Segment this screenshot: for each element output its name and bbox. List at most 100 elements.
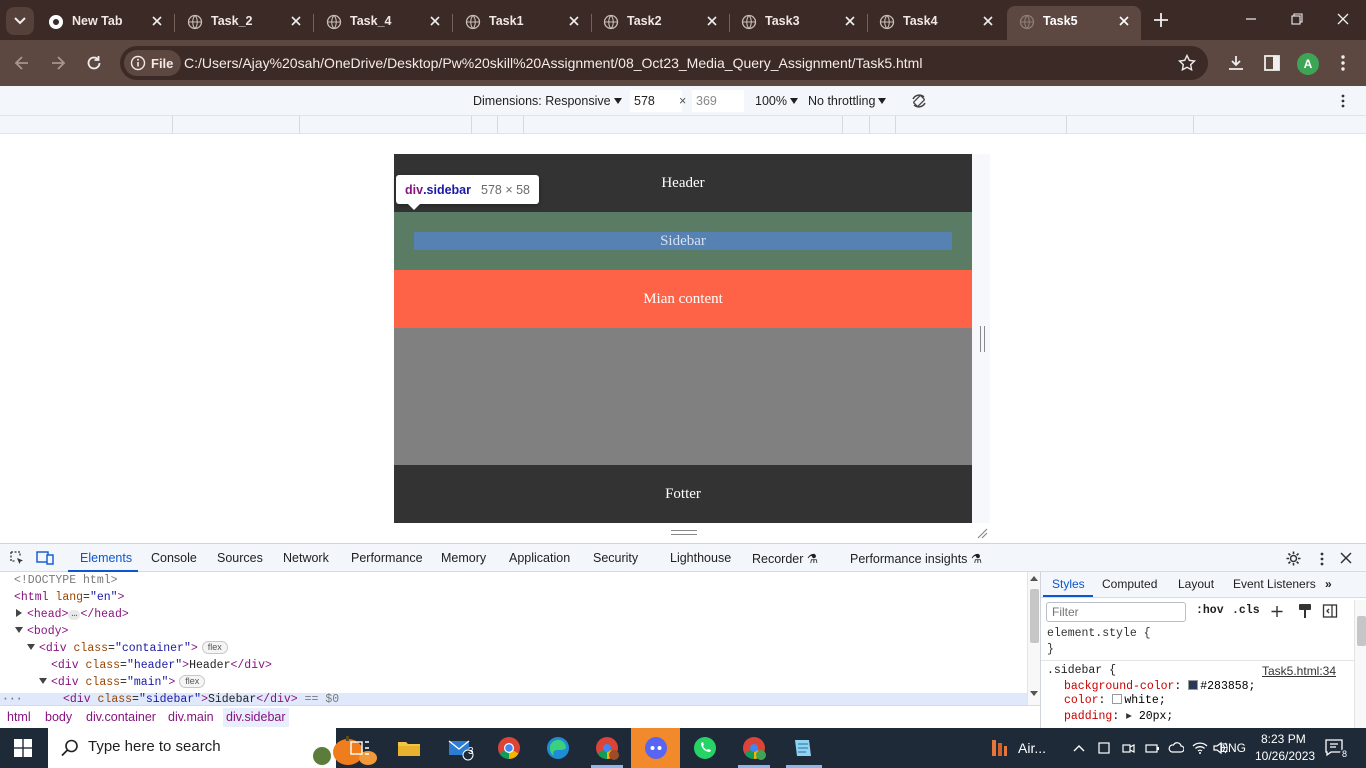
chrome-icon[interactable]	[495, 734, 523, 762]
weather-text[interactable]: Air...	[1018, 740, 1046, 756]
back-arrow-icon[interactable]	[12, 53, 32, 73]
language-indicator[interactable]: ENG	[1220, 741, 1246, 755]
url-text[interactable]: C:/Users/Ajay%20sah/OneDrive/Desktop/Pw%…	[184, 55, 922, 71]
window-close-icon[interactable]	[1335, 11, 1351, 27]
site-info-chip[interactable]: File	[124, 50, 182, 76]
element-style-rule[interactable]: element.style {	[1047, 627, 1151, 640]
more-tabs-chevron-icon[interactable]: »	[1325, 577, 1332, 591]
tab-task5[interactable]: Task5	[1007, 6, 1141, 40]
edge-icon[interactable]	[544, 734, 572, 762]
dom-scrollbar[interactable]	[1027, 572, 1040, 705]
styles-tab-layout[interactable]: Layout	[1178, 577, 1214, 591]
profile-avatar[interactable]: A	[1297, 53, 1319, 75]
close-icon[interactable]	[981, 14, 995, 28]
devtools-menu-icon[interactable]	[1315, 551, 1329, 567]
more-options-icon[interactable]	[1336, 93, 1350, 109]
devtools-tab-security[interactable]: Security	[593, 551, 638, 565]
address-bar[interactable]: File C:/Users/Ajay%20sah/OneDrive/Deskto…	[120, 46, 1208, 80]
scroll-thumb[interactable]	[1030, 589, 1039, 643]
prop-color[interactable]: color: white;	[1064, 694, 1166, 707]
collapse-triangle-icon[interactable]	[39, 678, 47, 684]
wifi-icon[interactable]	[1192, 740, 1208, 756]
file-explorer-icon[interactable]	[395, 734, 423, 762]
styles-scrollbar[interactable]	[1354, 600, 1366, 728]
media-query-ruler[interactable]	[0, 116, 1366, 134]
onedrive-cloud-icon[interactable]	[1168, 740, 1184, 756]
devtools-tab-memory[interactable]: Memory	[441, 551, 486, 565]
color-swatch[interactable]	[1188, 680, 1199, 690]
download-icon[interactable]	[1226, 53, 1246, 73]
devtools-tab-application[interactable]: Application	[509, 551, 570, 565]
hov-toggle[interactable]: :hov	[1196, 604, 1224, 617]
taskbar-search-box[interactable]: Type here to search	[48, 728, 377, 768]
styles-filter-input[interactable]	[1046, 602, 1186, 622]
breadcrumb-body[interactable]: body	[45, 710, 72, 724]
prop-padding[interactable]: padding: ▸ 20px;	[1064, 708, 1173, 723]
dimensions-dropdown[interactable]: Dimensions: Responsive	[473, 94, 622, 108]
collapse-triangle-icon[interactable]	[15, 627, 23, 633]
expand-triangle-icon[interactable]: ▸	[1126, 710, 1132, 723]
new-tab-plus-icon[interactable]	[1150, 9, 1172, 31]
rotate-icon[interactable]	[909, 91, 929, 111]
forward-arrow-icon[interactable]	[48, 53, 68, 73]
width-input[interactable]	[630, 90, 682, 112]
flex-badge[interactable]: flex	[179, 675, 206, 688]
throttling-dropdown[interactable]: No throttling	[808, 94, 887, 108]
tab-new-tab[interactable]: New Tab	[36, 6, 175, 40]
close-icon[interactable]	[289, 14, 303, 28]
battery-icon[interactable]	[1144, 740, 1160, 756]
emulated-page[interactable]: Header Sidebar Mian content Fotter	[394, 154, 972, 523]
weather-icon[interactable]	[988, 737, 1010, 759]
scroll-thumb[interactable]	[1357, 616, 1366, 646]
close-icon[interactable]	[428, 14, 442, 28]
discord-tile[interactable]	[631, 728, 680, 768]
height-input[interactable]	[692, 90, 744, 112]
tray-meet-icon[interactable]	[1120, 740, 1136, 756]
notepad-icon[interactable]	[789, 734, 817, 762]
flex-badge[interactable]: flex	[201, 641, 228, 654]
dom-line-body[interactable]: <body>	[15, 623, 68, 640]
scroll-down-icon[interactable]	[1030, 691, 1038, 697]
breadcrumb-div-sidebar[interactable]: div.sidebar	[223, 708, 289, 727]
chevron-up-icon[interactable]	[1072, 741, 1086, 755]
styles-tab-event-listeners[interactable]: Event Listeners	[1233, 577, 1316, 591]
toggle-sidebar-icon[interactable]	[1322, 603, 1338, 619]
minimize-icon[interactable]	[1243, 11, 1259, 27]
dom-line-sidebar-selected[interactable]: <div class="sidebar">Sidebar</div> == $0	[63, 691, 339, 705]
inspect-element-icon[interactable]	[9, 550, 25, 566]
settings-gear-icon[interactable]	[1285, 550, 1302, 567]
tab-task2[interactable]: Task2	[591, 6, 730, 40]
dom-line-head[interactable]: <head>… </head>	[16, 606, 129, 623]
whatsapp-icon[interactable]	[691, 734, 719, 762]
chrome-profile-a-icon[interactable]	[740, 734, 768, 762]
bottom-resize-handle[interactable]	[671, 530, 697, 535]
dom-line-html[interactable]: <html lang="en">	[14, 589, 124, 606]
elements-dom-tree[interactable]: <!DOCTYPE html> <html lang="en"> <head>……	[0, 572, 1027, 705]
tab-task-4[interactable]: Task_4	[314, 6, 453, 40]
bookmark-star-icon[interactable]	[1177, 53, 1197, 73]
task-view-icon[interactable]	[346, 734, 374, 762]
clock-date[interactable]: 10/26/2023	[1255, 749, 1315, 763]
devtools-tab-lighthouse[interactable]: Lighthouse	[670, 551, 731, 565]
expand-triangle-icon[interactable]	[16, 609, 22, 617]
devtools-tab-elements[interactable]: Elements	[80, 551, 132, 565]
clock-time[interactable]: 8:23 PM	[1261, 732, 1306, 746]
kebab-menu-icon[interactable]	[1333, 53, 1353, 73]
collapsed-ellipsis[interactable]: …	[68, 610, 81, 620]
right-resize-handle[interactable]	[980, 326, 985, 352]
tab-task-2[interactable]: Task_2	[175, 6, 314, 40]
tab-task3[interactable]: Task3	[729, 6, 868, 40]
breadcrumb-div-main[interactable]: div.main	[168, 710, 214, 724]
devtools-tab-recorder[interactable]: Recorder ⚗	[752, 551, 818, 566]
breadcrumb-html[interactable]: html	[7, 710, 31, 724]
sidebar-rule-selector[interactable]: .sidebar {	[1047, 664, 1116, 677]
close-icon[interactable]	[567, 14, 581, 28]
tray-device-icon[interactable]	[1096, 740, 1112, 756]
devtools-tab-performance-insights[interactable]: Performance insights ⚗	[850, 551, 982, 566]
paint-brush-icon[interactable]	[1298, 603, 1312, 619]
devtools-tab-performance[interactable]: Performance	[351, 551, 423, 565]
new-style-rule-icon[interactable]	[1270, 604, 1286, 620]
close-devtools-icon[interactable]	[1339, 551, 1353, 565]
close-icon[interactable]	[843, 14, 857, 28]
close-icon[interactable]	[150, 14, 164, 28]
